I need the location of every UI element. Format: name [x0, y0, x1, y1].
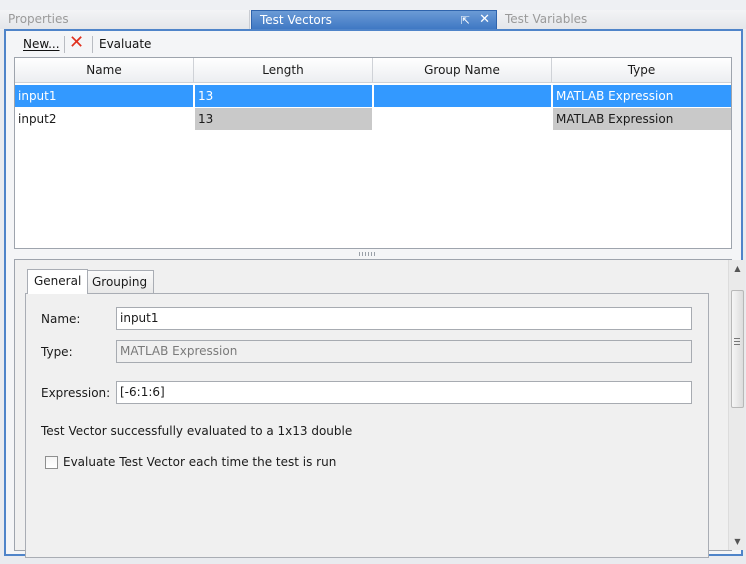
column-header-length[interactable]: Length — [194, 58, 373, 83]
expression-field[interactable]: [-6:1:6] — [116, 381, 692, 404]
details-area: General Grouping Name: input1 Type: MATL… — [14, 259, 745, 558]
type-label: Type: — [41, 345, 73, 359]
scroll-up-icon[interactable]: ▲ — [729, 260, 746, 277]
evaluate-button[interactable]: Evaluate — [99, 34, 151, 54]
evaluate-each-run-checkbox[interactable] — [45, 456, 58, 469]
cell-type: MATLAB Expression — [553, 85, 731, 107]
cell-name: input2 — [18, 112, 57, 126]
new-button-label: New... — [23, 37, 60, 51]
table-row[interactable]: input2 13 MATLAB Expression — [15, 108, 731, 130]
tab-test-variables[interactable]: Test Variables — [497, 10, 746, 29]
cell-name: input1 — [15, 85, 193, 107]
test-vectors-table: Name Length Group Name Type input1 13 MA… — [14, 57, 732, 249]
vertical-scrollbar[interactable]: ▲ ▼ — [728, 260, 745, 550]
toolbar-separator — [92, 36, 93, 53]
evaluate-each-run-label[interactable]: Evaluate Test Vector each time the test … — [63, 454, 336, 470]
tab-test-variables-label: Test Variables — [505, 12, 588, 26]
name-field[interactable]: input1 — [116, 307, 692, 330]
name-label: Name: — [41, 312, 81, 326]
expression-label: Expression: — [41, 386, 111, 400]
evaluate-button-label: Evaluate — [99, 37, 152, 51]
new-button[interactable]: New... — [23, 34, 60, 54]
scroll-thumb[interactable] — [731, 290, 744, 408]
status-text: Test Vector successfully evaluated to a … — [41, 424, 353, 438]
tab-properties-label: Properties — [8, 12, 69, 26]
tab-general[interactable]: General — [27, 269, 89, 294]
cell-length: 13 — [195, 85, 372, 107]
type-field: MATLAB Expression — [116, 340, 692, 363]
column-header-group-name[interactable]: Group Name — [373, 58, 552, 83]
tab-test-vectors-label: Test Vectors — [260, 13, 332, 27]
cell-length: 13 — [195, 108, 372, 130]
scroll-down-icon[interactable]: ▼ — [729, 533, 746, 550]
undock-icon[interactable]: ⇱ — [461, 12, 470, 29]
general-tab-content: Name: input1 Type: MATLAB Expression Exp… — [25, 293, 709, 558]
cell-group-name — [374, 85, 551, 107]
tab-strip: Properties Test Vectors ⇱ ✕ Test Variabl… — [0, 0, 746, 30]
cell-type: MATLAB Expression — [553, 108, 731, 130]
column-header-name[interactable]: Name — [15, 58, 194, 83]
splitter[interactable] — [6, 249, 741, 259]
tab-test-vectors[interactable]: Test Vectors ⇱ ✕ — [251, 10, 497, 29]
delete-icon[interactable]: ✕ — [69, 33, 84, 53]
scroll-grip-icon — [734, 338, 740, 346]
cell-group-name — [374, 108, 551, 130]
test-vectors-panel: New... ✕ Evaluate Name Length Group Name… — [4, 29, 745, 558]
close-icon[interactable]: ✕ — [479, 11, 490, 28]
tab-properties[interactable]: Properties — [0, 10, 250, 29]
splitter-grip-icon[interactable] — [359, 252, 375, 256]
tab-grouping[interactable]: Grouping — [85, 270, 155, 294]
column-header-type[interactable]: Type — [552, 58, 731, 83]
table-row[interactable]: input1 13 MATLAB Expression — [15, 85, 731, 107]
toolbar-separator — [64, 36, 65, 53]
